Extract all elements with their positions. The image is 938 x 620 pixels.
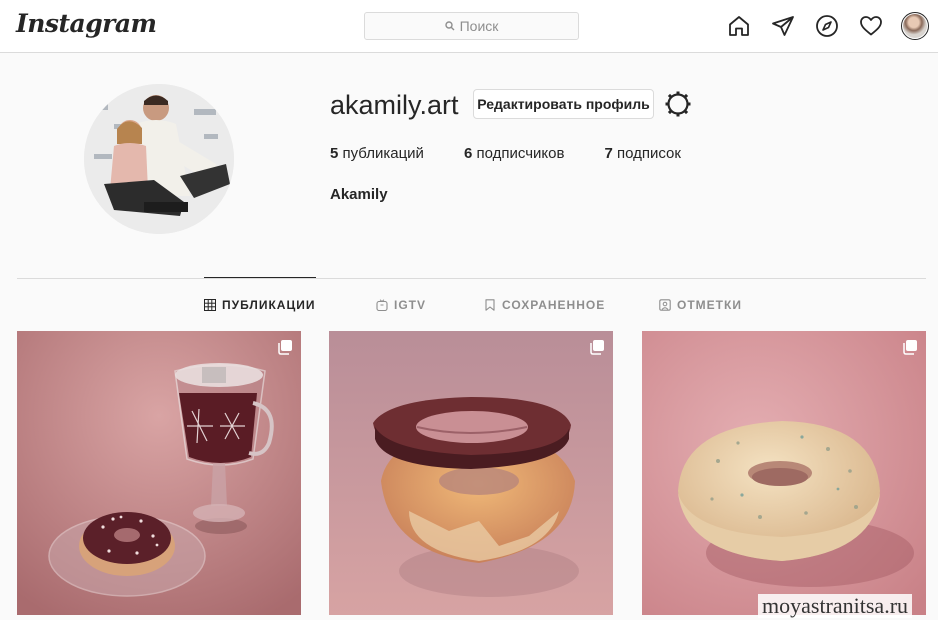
- multiple-photos-icon: [278, 340, 292, 355]
- multiple-photos-icon: [590, 340, 604, 355]
- heart-icon[interactable]: [857, 12, 885, 40]
- direct-icon[interactable]: [769, 12, 797, 40]
- tab-posts[interactable]: ПУБЛИКАЦИИ: [204, 298, 315, 312]
- nav-icons: [725, 12, 929, 40]
- stat-following[interactable]: 7 подписок: [604, 145, 680, 162]
- tabs-divider: [17, 278, 926, 279]
- igtv-icon: [376, 299, 388, 311]
- tab-tagged[interactable]: ОТМЕТКИ: [659, 298, 742, 312]
- site-watermark: moyastranitsa.ru: [758, 594, 913, 618]
- active-tab-indicator: [204, 277, 316, 278]
- search-icon: [444, 21, 455, 31]
- stat-followers-label: подписчиков: [476, 145, 565, 162]
- post-image: [17, 331, 301, 615]
- profile-username: akamily.art: [330, 90, 459, 120]
- bookmark-icon: [485, 299, 495, 311]
- tab-tagged-label: ОТМЕТКИ: [677, 298, 742, 312]
- post-tile[interactable]: [17, 331, 301, 615]
- stat-posts[interactable]: 5 публикаций: [330, 145, 424, 162]
- stat-posts-label: публикаций: [342, 145, 424, 162]
- post-tile[interactable]: [329, 331, 613, 615]
- tab-saved[interactable]: СОХРАНЕННОЕ: [484, 298, 605, 312]
- profile-tabs: ПУБЛИКАЦИИ IGTV СОХРАНЕННОЕ ОТМЕТКИ: [0, 298, 938, 314]
- profile-stats: 5 публикаций 6 подписчиков 7 подписок: [330, 145, 721, 162]
- top-navigation: Instagram Поиск: [0, 0, 938, 53]
- tag-icon: [659, 299, 671, 311]
- profile-avatar[interactable]: [901, 12, 929, 40]
- tab-saved-label: СОХРАНЕННОЕ: [502, 298, 606, 312]
- settings-icon[interactable]: [665, 91, 691, 117]
- tab-igtv[interactable]: IGTV: [376, 298, 426, 312]
- post-image: [642, 331, 926, 615]
- multiple-photos-icon: [903, 340, 917, 355]
- post-image: [329, 331, 613, 615]
- edit-profile-button[interactable]: Редактировать профиль: [473, 89, 654, 119]
- stat-posts-count: 5: [330, 145, 339, 162]
- stat-following-count: 7: [604, 145, 613, 162]
- instagram-logo[interactable]: Instagram: [16, 9, 157, 38]
- tab-igtv-label: IGTV: [394, 298, 427, 312]
- explore-icon[interactable]: [813, 12, 841, 40]
- stat-followers[interactable]: 6 подписчиков: [464, 145, 564, 162]
- profile-full-name: Akamily: [330, 186, 388, 203]
- home-icon[interactable]: [725, 12, 753, 40]
- search-input[interactable]: Поиск: [364, 12, 579, 40]
- tab-posts-label: ПУБЛИКАЦИИ: [222, 298, 316, 312]
- stat-followers-count: 6: [463, 145, 473, 162]
- search-placeholder: Поиск: [459, 18, 499, 34]
- profile-photo[interactable]: [84, 84, 234, 234]
- post-tile[interactable]: [642, 331, 926, 615]
- grid-icon: [204, 299, 216, 311]
- stat-following-label: подписок: [616, 145, 681, 162]
